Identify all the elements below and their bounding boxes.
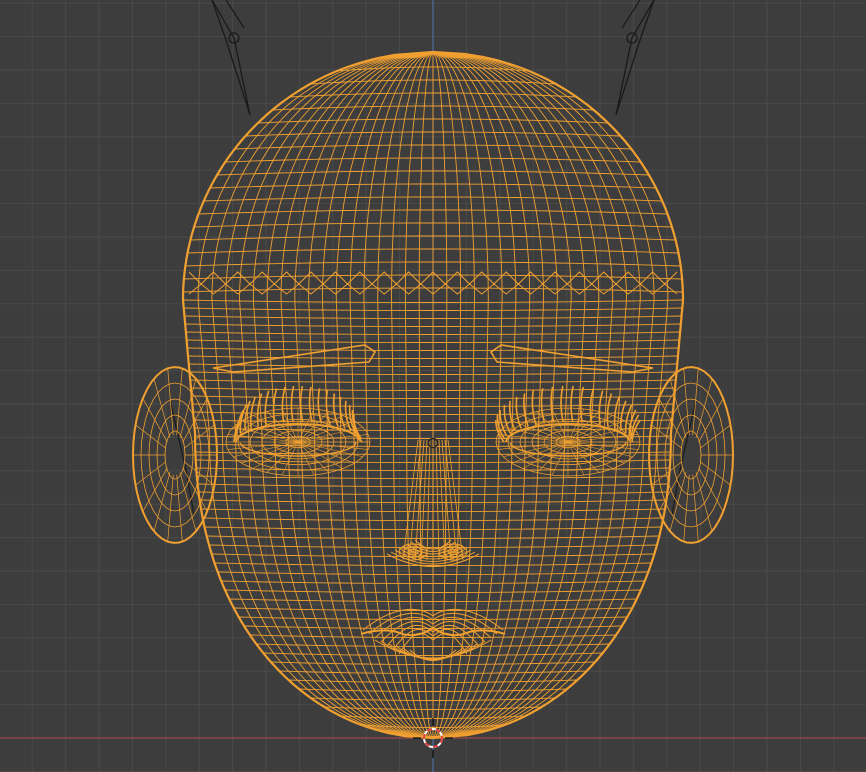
viewport-canvas[interactable] [0,0,866,772]
3d-viewport[interactable] [0,0,866,772]
nostril-right[interactable] [438,543,468,561]
nostril-left[interactable] [398,543,428,561]
eye-left[interactable] [225,407,371,477]
